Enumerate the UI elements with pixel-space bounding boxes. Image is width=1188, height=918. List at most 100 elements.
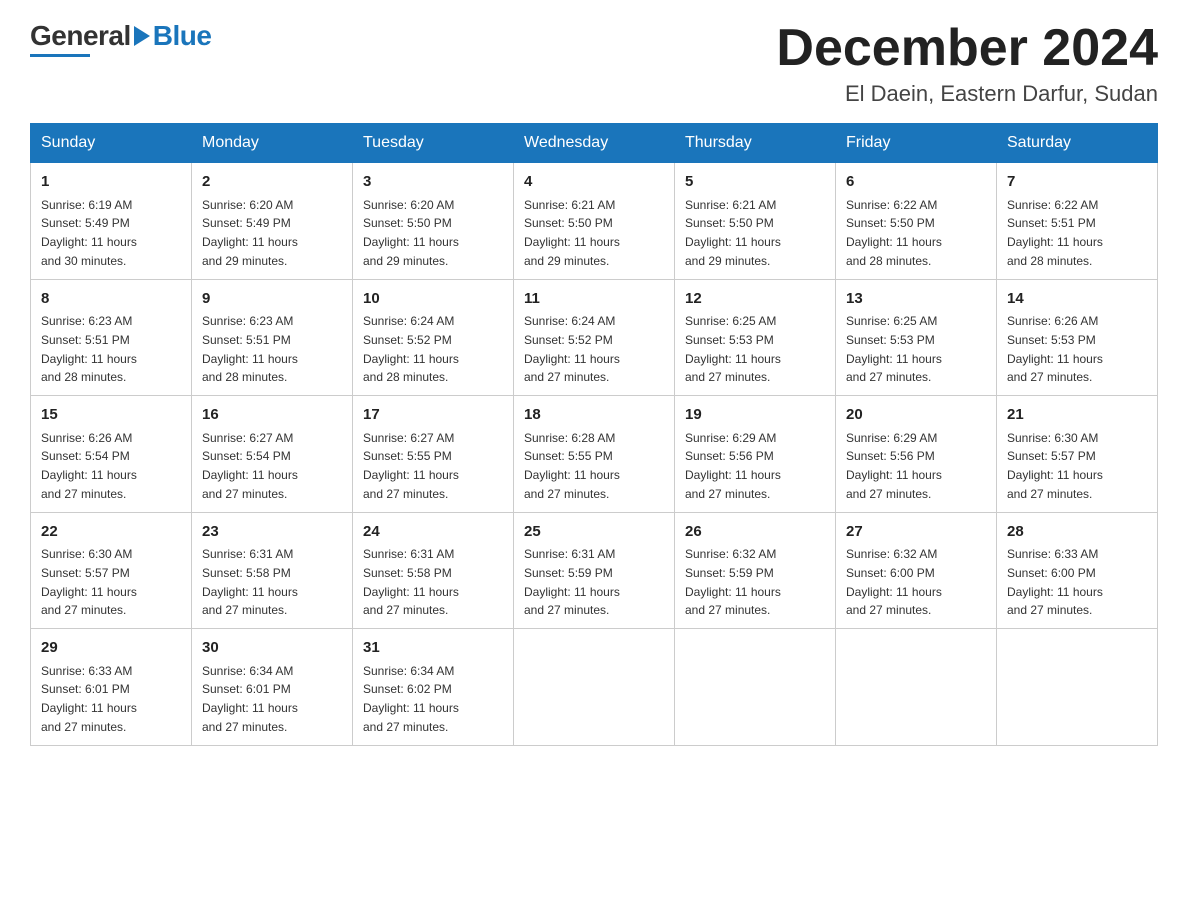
title-section: December 2024 El Daein, Eastern Darfur, … [776,20,1158,107]
day-of-week-header: Monday [192,124,353,163]
calendar-day-cell: 17 Sunrise: 6:27 AMSunset: 5:55 PMDaylig… [353,396,514,513]
day-info: Sunrise: 6:26 AMSunset: 5:53 PMDaylight:… [1007,314,1103,384]
calendar-day-cell: 18 Sunrise: 6:28 AMSunset: 5:55 PMDaylig… [514,396,675,513]
calendar-day-cell: 28 Sunrise: 6:33 AMSunset: 6:00 PMDaylig… [997,512,1158,629]
calendar-day-cell: 8 Sunrise: 6:23 AMSunset: 5:51 PMDayligh… [31,279,192,396]
calendar-week-row: 22 Sunrise: 6:30 AMSunset: 5:57 PMDaylig… [31,512,1158,629]
calendar-day-cell: 7 Sunrise: 6:22 AMSunset: 5:51 PMDayligh… [997,163,1158,280]
calendar-day-cell: 22 Sunrise: 6:30 AMSunset: 5:57 PMDaylig… [31,512,192,629]
day-info: Sunrise: 6:31 AMSunset: 5:59 PMDaylight:… [524,547,620,617]
day-number: 27 [846,521,986,544]
day-number: 28 [1007,521,1147,544]
day-number: 14 [1007,288,1147,311]
day-info: Sunrise: 6:34 AMSunset: 6:02 PMDaylight:… [363,664,459,734]
day-info: Sunrise: 6:31 AMSunset: 5:58 PMDaylight:… [202,547,298,617]
day-info: Sunrise: 6:24 AMSunset: 5:52 PMDaylight:… [524,314,620,384]
calendar-day-cell: 31 Sunrise: 6:34 AMSunset: 6:02 PMDaylig… [353,629,514,746]
calendar-day-cell: 11 Sunrise: 6:24 AMSunset: 5:52 PMDaylig… [514,279,675,396]
day-number: 17 [363,404,503,427]
day-number: 6 [846,171,986,194]
calendar-day-cell: 9 Sunrise: 6:23 AMSunset: 5:51 PMDayligh… [192,279,353,396]
calendar-week-row: 15 Sunrise: 6:26 AMSunset: 5:54 PMDaylig… [31,396,1158,513]
calendar-day-cell: 1 Sunrise: 6:19 AMSunset: 5:49 PMDayligh… [31,163,192,280]
day-number: 24 [363,521,503,544]
day-number: 13 [846,288,986,311]
calendar-week-row: 8 Sunrise: 6:23 AMSunset: 5:51 PMDayligh… [31,279,1158,396]
calendar-week-row: 29 Sunrise: 6:33 AMSunset: 6:01 PMDaylig… [31,629,1158,746]
calendar-day-cell: 6 Sunrise: 6:22 AMSunset: 5:50 PMDayligh… [836,163,997,280]
calendar-day-cell: 27 Sunrise: 6:32 AMSunset: 6:00 PMDaylig… [836,512,997,629]
day-info: Sunrise: 6:33 AMSunset: 6:01 PMDaylight:… [41,664,137,734]
day-info: Sunrise: 6:23 AMSunset: 5:51 PMDaylight:… [41,314,137,384]
calendar-day-cell: 24 Sunrise: 6:31 AMSunset: 5:58 PMDaylig… [353,512,514,629]
day-info: Sunrise: 6:32 AMSunset: 6:00 PMDaylight:… [846,547,942,617]
day-number: 18 [524,404,664,427]
day-info: Sunrise: 6:23 AMSunset: 5:51 PMDaylight:… [202,314,298,384]
calendar-day-cell: 12 Sunrise: 6:25 AMSunset: 5:53 PMDaylig… [675,279,836,396]
day-of-week-header: Sunday [31,124,192,163]
day-info: Sunrise: 6:28 AMSunset: 5:55 PMDaylight:… [524,431,620,501]
page-header: General Blue December 2024 El Daein, Eas… [30,20,1158,107]
day-number: 9 [202,288,342,311]
day-number: 16 [202,404,342,427]
day-info: Sunrise: 6:27 AMSunset: 5:55 PMDaylight:… [363,431,459,501]
day-number: 23 [202,521,342,544]
calendar-table: SundayMondayTuesdayWednesdayThursdayFrid… [30,123,1158,746]
day-number: 26 [685,521,825,544]
day-info: Sunrise: 6:30 AMSunset: 5:57 PMDaylight:… [41,547,137,617]
day-of-week-header: Saturday [997,124,1158,163]
day-info: Sunrise: 6:22 AMSunset: 5:50 PMDaylight:… [846,198,942,268]
day-number: 29 [41,637,181,660]
day-info: Sunrise: 6:20 AMSunset: 5:49 PMDaylight:… [202,198,298,268]
day-number: 4 [524,171,664,194]
day-number: 21 [1007,404,1147,427]
calendar-day-cell [675,629,836,746]
day-info: Sunrise: 6:30 AMSunset: 5:57 PMDaylight:… [1007,431,1103,501]
day-number: 3 [363,171,503,194]
calendar-day-cell: 25 Sunrise: 6:31 AMSunset: 5:59 PMDaylig… [514,512,675,629]
day-number: 11 [524,288,664,311]
calendar-day-cell: 13 Sunrise: 6:25 AMSunset: 5:53 PMDaylig… [836,279,997,396]
calendar-day-cell [514,629,675,746]
day-of-week-header: Thursday [675,124,836,163]
month-title: December 2024 [776,20,1158,77]
day-number: 15 [41,404,181,427]
calendar-day-cell: 10 Sunrise: 6:24 AMSunset: 5:52 PMDaylig… [353,279,514,396]
logo-underline [30,54,90,57]
logo-blue-text: Blue [153,20,212,52]
calendar-header-row: SundayMondayTuesdayWednesdayThursdayFrid… [31,124,1158,163]
day-number: 22 [41,521,181,544]
day-info: Sunrise: 6:33 AMSunset: 6:00 PMDaylight:… [1007,547,1103,617]
day-of-week-header: Wednesday [514,124,675,163]
day-number: 1 [41,171,181,194]
day-number: 25 [524,521,664,544]
day-info: Sunrise: 6:25 AMSunset: 5:53 PMDaylight:… [846,314,942,384]
day-info: Sunrise: 6:19 AMSunset: 5:49 PMDaylight:… [41,198,137,268]
day-number: 5 [685,171,825,194]
calendar-day-cell: 16 Sunrise: 6:27 AMSunset: 5:54 PMDaylig… [192,396,353,513]
day-info: Sunrise: 6:20 AMSunset: 5:50 PMDaylight:… [363,198,459,268]
calendar-day-cell: 4 Sunrise: 6:21 AMSunset: 5:50 PMDayligh… [514,163,675,280]
calendar-day-cell [997,629,1158,746]
day-number: 20 [846,404,986,427]
calendar-day-cell: 2 Sunrise: 6:20 AMSunset: 5:49 PMDayligh… [192,163,353,280]
calendar-day-cell: 23 Sunrise: 6:31 AMSunset: 5:58 PMDaylig… [192,512,353,629]
calendar-day-cell: 26 Sunrise: 6:32 AMSunset: 5:59 PMDaylig… [675,512,836,629]
day-info: Sunrise: 6:25 AMSunset: 5:53 PMDaylight:… [685,314,781,384]
day-info: Sunrise: 6:21 AMSunset: 5:50 PMDaylight:… [524,198,620,268]
day-number: 31 [363,637,503,660]
day-number: 19 [685,404,825,427]
day-number: 30 [202,637,342,660]
day-number: 12 [685,288,825,311]
day-info: Sunrise: 6:34 AMSunset: 6:01 PMDaylight:… [202,664,298,734]
logo: General Blue [30,20,211,57]
calendar-week-row: 1 Sunrise: 6:19 AMSunset: 5:49 PMDayligh… [31,163,1158,280]
day-info: Sunrise: 6:29 AMSunset: 5:56 PMDaylight:… [846,431,942,501]
day-info: Sunrise: 6:31 AMSunset: 5:58 PMDaylight:… [363,547,459,617]
location-title: El Daein, Eastern Darfur, Sudan [776,81,1158,107]
day-number: 10 [363,288,503,311]
day-info: Sunrise: 6:21 AMSunset: 5:50 PMDaylight:… [685,198,781,268]
calendar-day-cell: 15 Sunrise: 6:26 AMSunset: 5:54 PMDaylig… [31,396,192,513]
day-of-week-header: Friday [836,124,997,163]
calendar-day-cell: 19 Sunrise: 6:29 AMSunset: 5:56 PMDaylig… [675,396,836,513]
